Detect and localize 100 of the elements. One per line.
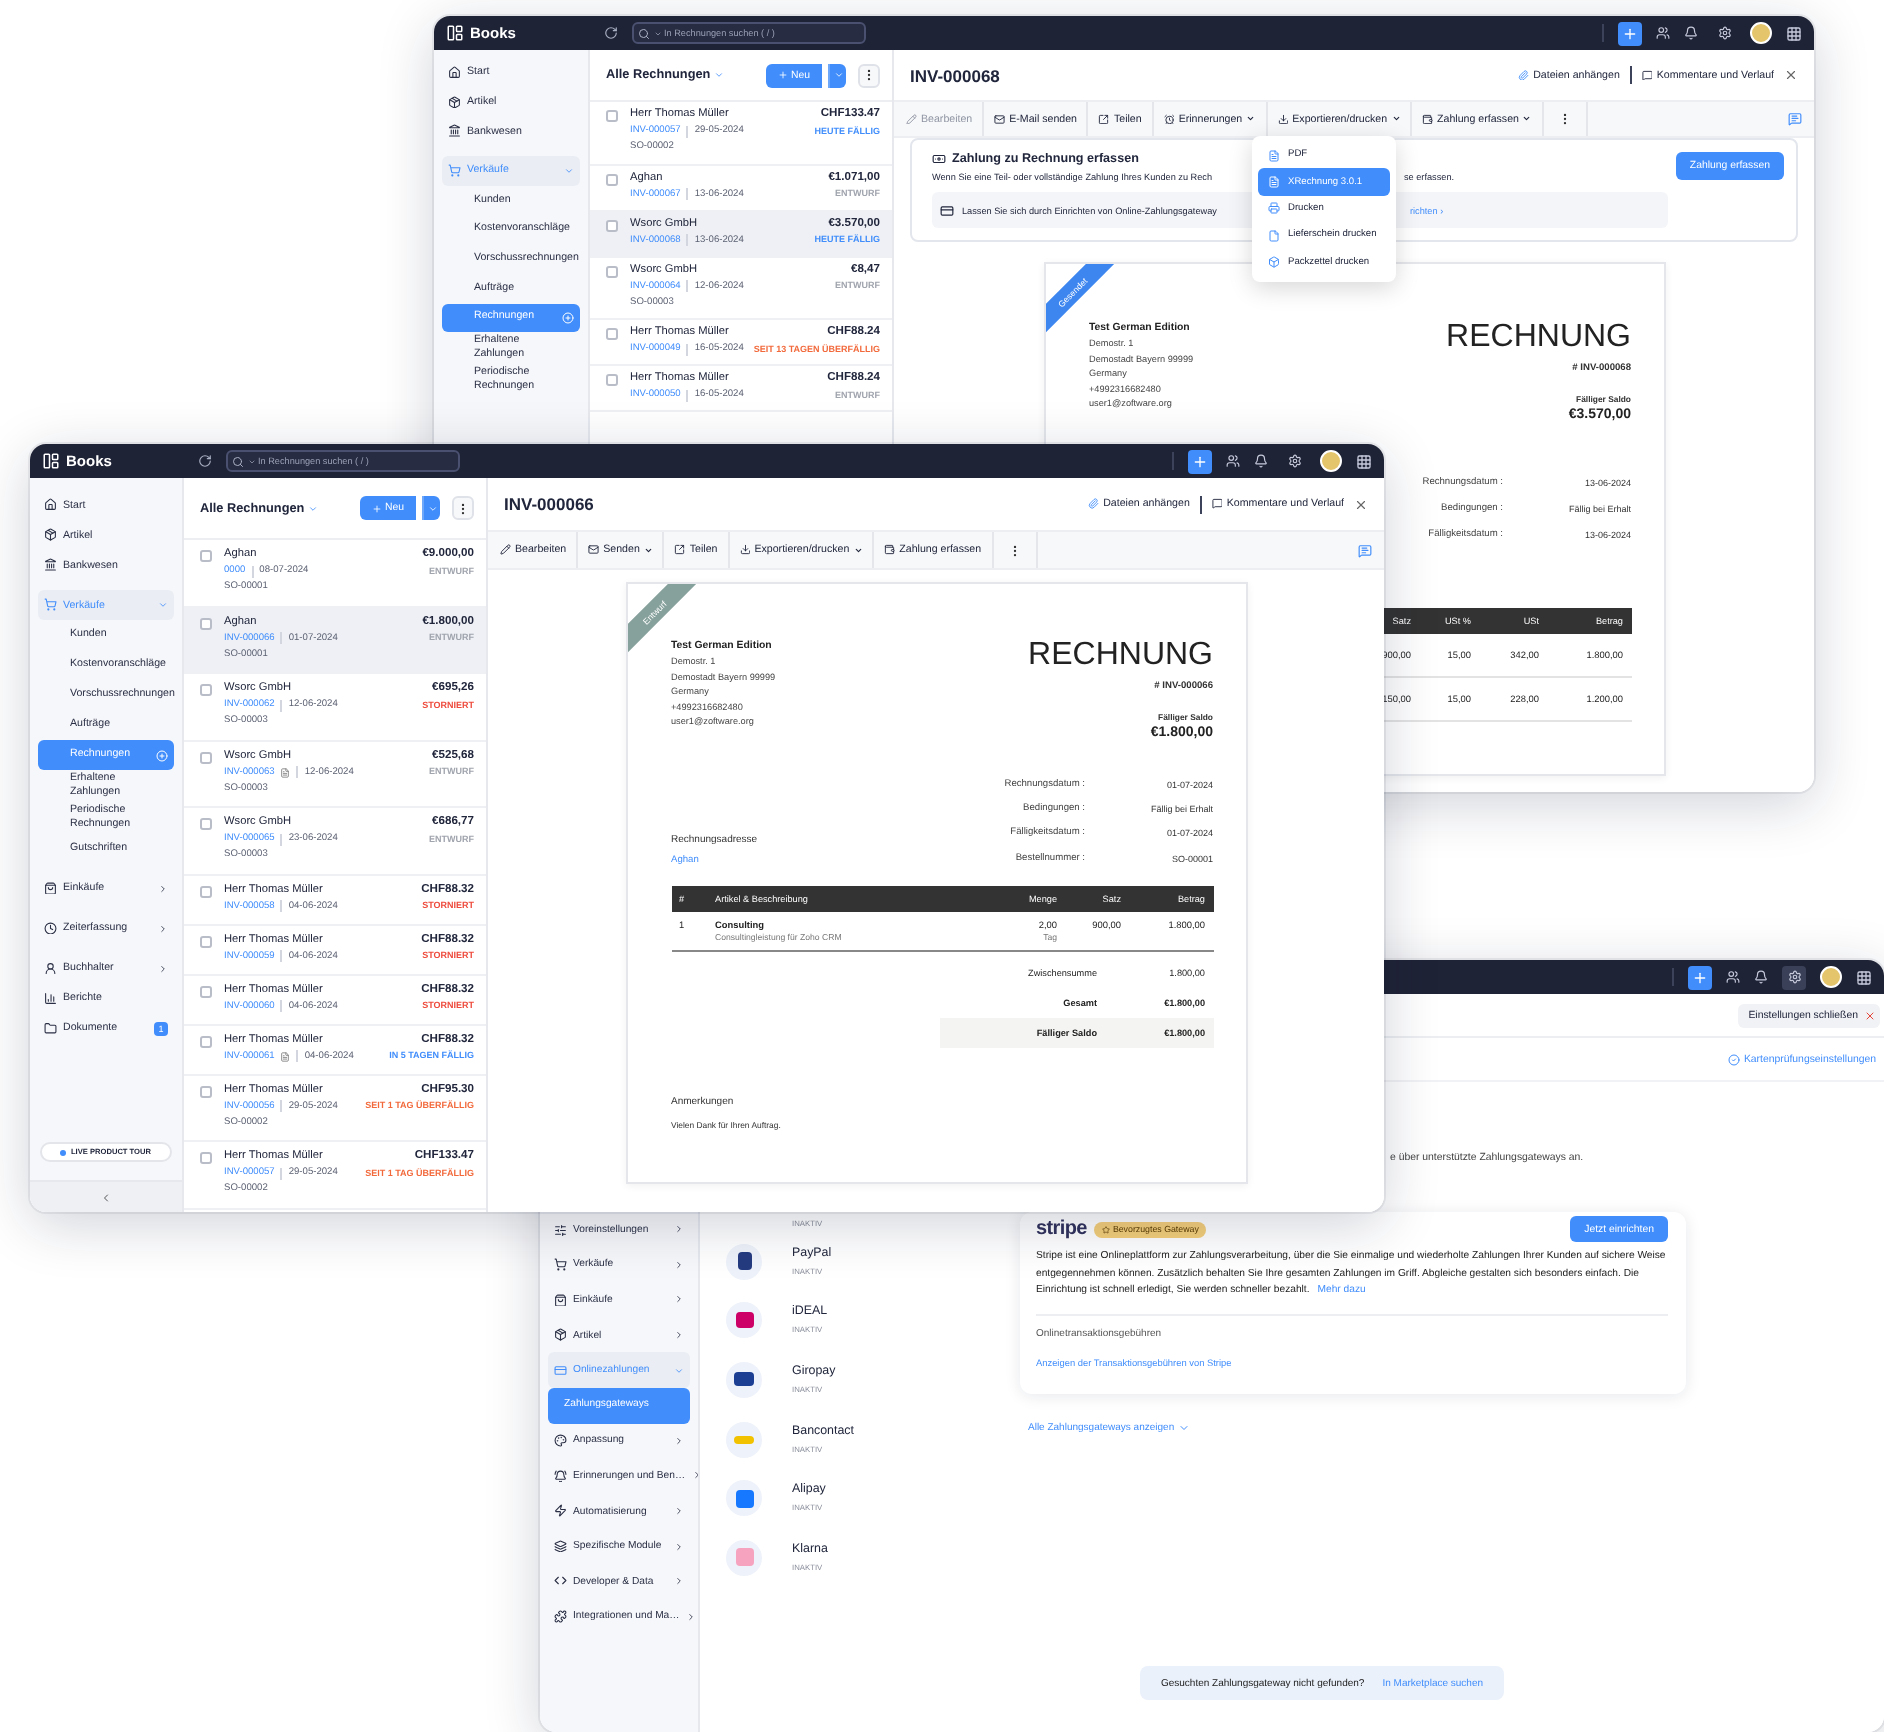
checkbox[interactable] [200, 684, 212, 696]
chevron-right-icon [674, 1224, 684, 1235]
bank-icon [448, 124, 461, 138]
chat-icon [1788, 112, 1802, 126]
chevron-down-icon [674, 1365, 684, 1376]
new-options-button[interactable] [828, 63, 846, 87]
logo-icon [446, 24, 464, 42]
dot-icon [60, 1149, 67, 1155]
people-icon [1656, 26, 1670, 40]
avatar[interactable] [1750, 22, 1772, 44]
home-icon [448, 66, 461, 80]
checkbox[interactable] [200, 818, 212, 830]
chevron-right-icon [674, 1576, 684, 1587]
printer-icon [1268, 202, 1280, 215]
payment-logo-icon [726, 1421, 762, 1458]
download-icon [1277, 113, 1289, 125]
checkbox[interactable] [200, 1035, 212, 1047]
checkbox[interactable] [606, 219, 618, 231]
caret-icon [308, 503, 319, 513]
avatar[interactable] [1320, 450, 1342, 472]
plus-icon [372, 503, 383, 513]
bank-icon [44, 558, 57, 572]
lightning-icon [554, 1504, 567, 1518]
chevron-right-icon [158, 923, 168, 933]
chevron-right-icon [674, 1506, 684, 1517]
home-icon [44, 498, 57, 512]
plus-icon [1622, 25, 1638, 41]
puzzle-icon [554, 1610, 567, 1624]
card-icon [554, 1363, 567, 1377]
notifications-icon [1684, 26, 1698, 40]
folder-icon [44, 1021, 57, 1035]
plus-icon [1692, 969, 1708, 985]
chevron-right-icon [674, 1294, 684, 1305]
code-icon [554, 1574, 567, 1588]
chat-icon [1358, 543, 1372, 557]
plus-icon [1192, 453, 1208, 469]
gateway-logo: stripe [1036, 1218, 1087, 1240]
more-button[interactable] [858, 63, 880, 87]
download-icon [739, 544, 751, 556]
invoice-title: INV-000066 [504, 494, 594, 514]
chevron-left-icon [100, 1191, 112, 1203]
chevron-right-icon [674, 1435, 684, 1446]
chevron-down-icon [1178, 1421, 1191, 1434]
settings-icon [1787, 970, 1801, 984]
add-button[interactable] [1688, 965, 1712, 989]
payment-logo-icon [726, 1539, 762, 1576]
add-button[interactable] [1188, 449, 1212, 473]
checkbox[interactable] [606, 374, 618, 386]
add-circle-icon [562, 311, 574, 324]
caret-icon [833, 70, 843, 80]
paperclip-icon [1088, 498, 1100, 510]
bag-icon [44, 881, 57, 895]
more-icon [862, 68, 876, 82]
logo-icon [42, 452, 60, 470]
new-options-button[interactable] [422, 496, 440, 520]
settings-button[interactable] [1782, 965, 1806, 989]
chevron-right-icon [674, 1541, 684, 1552]
close-icon [1864, 1009, 1876, 1021]
checkbox[interactable] [200, 885, 212, 897]
checkbox[interactable] [200, 1152, 212, 1164]
avatar[interactable] [1820, 966, 1842, 988]
search-icon [638, 27, 650, 39]
caret-icon [714, 70, 725, 80]
chevron-right-icon [674, 1330, 684, 1341]
settings-icon [1717, 26, 1731, 40]
checkbox[interactable] [200, 1085, 212, 1097]
paperclip-icon [1518, 69, 1530, 81]
cart-icon [448, 164, 461, 178]
refresh-icon [604, 26, 618, 40]
close-button[interactable] [1784, 68, 1798, 82]
checkbox[interactable] [606, 110, 618, 122]
close-button[interactable] [1354, 497, 1368, 511]
document-heading: RECHNUNG [1446, 320, 1631, 356]
comment-icon [1211, 498, 1223, 510]
checkbox[interactable] [200, 751, 212, 763]
chevron-down-icon [564, 165, 574, 176]
bar-chart-icon [44, 991, 57, 1005]
pencil-icon [500, 544, 511, 556]
payment-logo-icon [726, 1361, 762, 1398]
share-icon [1098, 113, 1110, 125]
palette-icon [554, 1434, 567, 1448]
bag-icon [554, 1293, 567, 1307]
box-icon [554, 1328, 567, 1342]
refresh-icon [198, 454, 212, 468]
more-button[interactable] [452, 496, 474, 520]
collapse-sidebar-button[interactable] [30, 1180, 182, 1212]
add-circle-icon [156, 749, 168, 761]
bell-icon [554, 1469, 567, 1483]
checkbox[interactable] [200, 935, 212, 947]
box-icon [448, 95, 461, 109]
more-icon [456, 501, 470, 515]
checkbox[interactable] [606, 265, 618, 277]
checkbox[interactable] [200, 550, 212, 562]
checkbox[interactable] [200, 617, 212, 629]
checkbox[interactable] [200, 985, 212, 997]
cart-icon [554, 1258, 567, 1272]
checkbox[interactable] [606, 173, 618, 185]
add-button[interactable] [1618, 21, 1642, 45]
checkbox[interactable] [606, 328, 618, 340]
chevron-down-icon [158, 600, 168, 610]
